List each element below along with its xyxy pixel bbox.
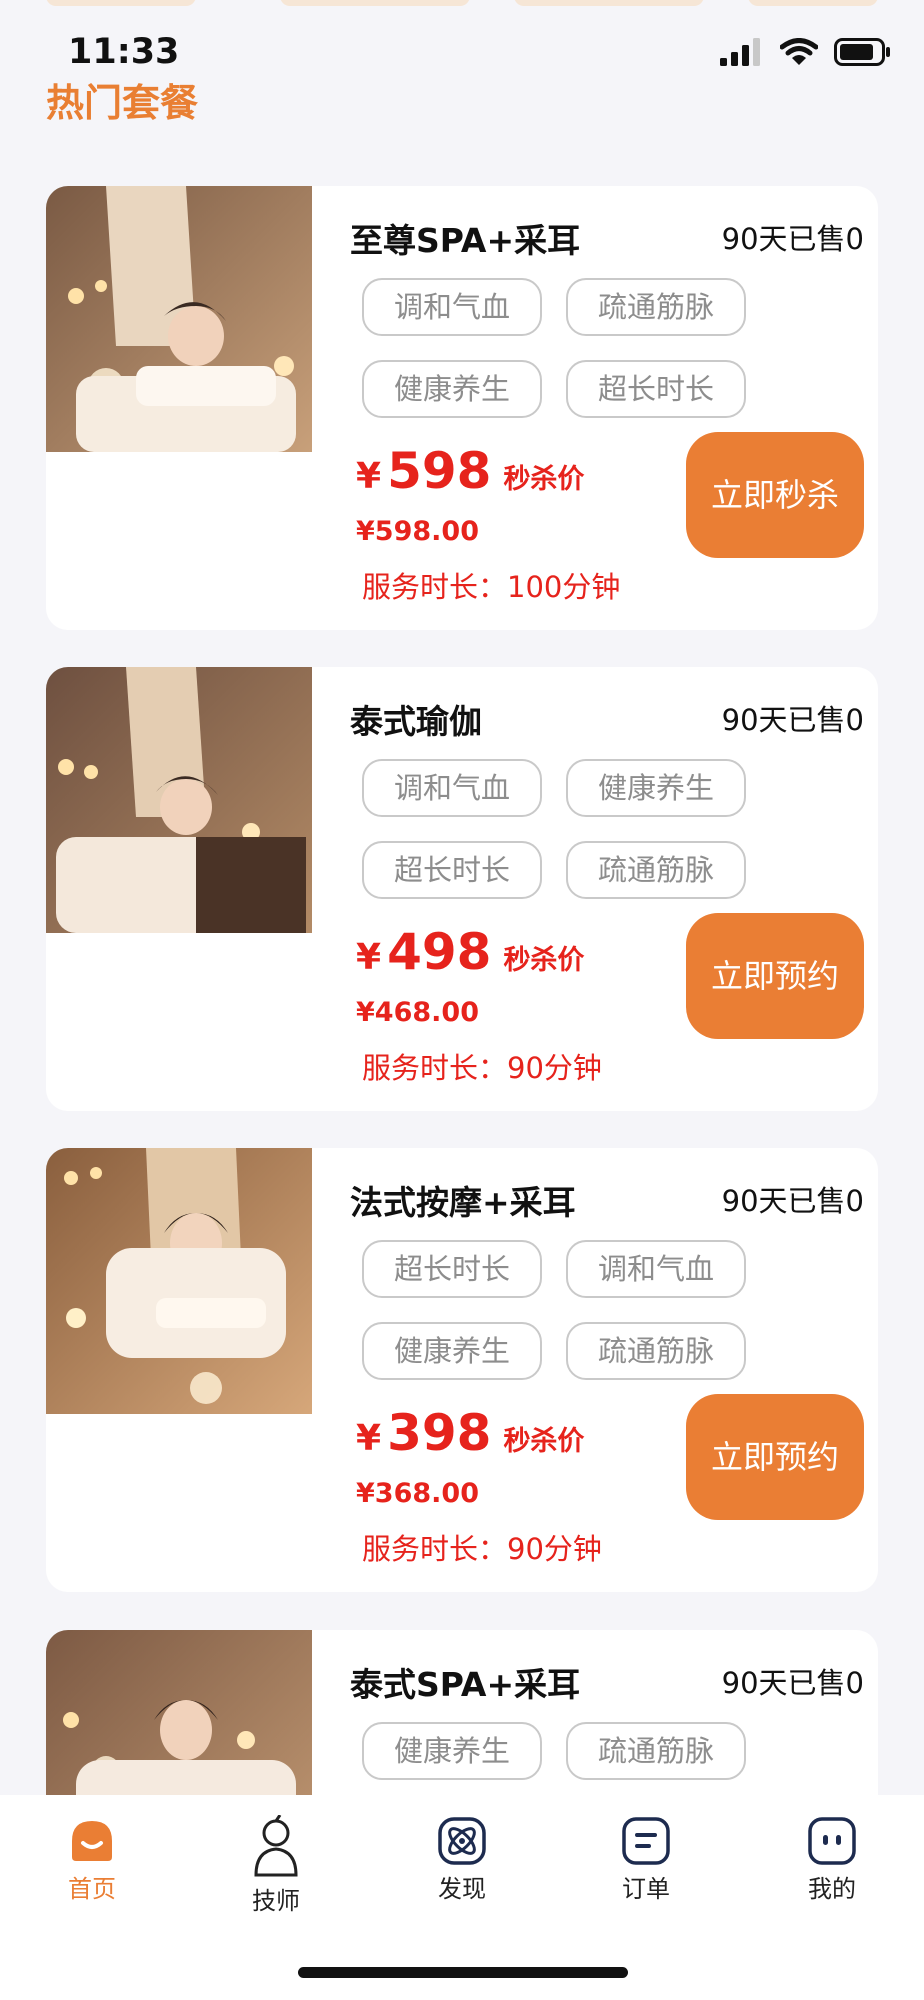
- app-screen: 11:33 热门套餐 至尊SPA+采耳 90天已售0 调和气血 疏通筋脉 健康养…: [0, 0, 924, 2000]
- currency-symbol: ¥: [356, 937, 382, 978]
- peek-pill: [46, 0, 196, 6]
- original-price: ¥598.00: [356, 516, 479, 547]
- status-icons: [720, 38, 892, 66]
- sold-count: 90天已售0: [721, 222, 864, 256]
- nav-label: 订单: [622, 1875, 670, 1903]
- battery-icon: [834, 38, 890, 66]
- wifi-icon: [780, 38, 818, 65]
- nav-item-home[interactable]: 首页: [22, 1815, 162, 1904]
- peek-pill: [748, 0, 878, 6]
- discover-icon: [438, 1817, 486, 1865]
- price-label: 秒杀价: [503, 1426, 585, 1457]
- tag: 疏通筋脉: [566, 278, 746, 336]
- package-title: 至尊SPA+采耳: [350, 221, 581, 260]
- tag: 调和气血: [362, 278, 542, 336]
- home-indicator: [298, 1967, 628, 1978]
- book-now-button[interactable]: 立即预约: [686, 1394, 864, 1520]
- signal-icon: [720, 38, 760, 66]
- tag: 健康养生: [362, 1722, 542, 1780]
- price-label: 秒杀价: [503, 945, 585, 976]
- package-card[interactable]: 泰式瑜伽 90天已售0 调和气血 健康养生 超长时长 疏通筋脉 ¥ 498 秒杀…: [46, 667, 878, 1111]
- status-time: 11:33: [68, 32, 180, 72]
- package-title: 泰式SPA+采耳: [350, 1665, 581, 1704]
- sold-count: 90天已售0: [721, 1184, 864, 1218]
- price-value: 398: [387, 1404, 492, 1462]
- package-title: 泰式瑜伽: [350, 702, 482, 741]
- service-duration: 服务时长：90分钟: [362, 1532, 602, 1566]
- package-image: [46, 1148, 312, 1414]
- tag: 健康养生: [362, 360, 542, 418]
- section-title: 热门套餐: [46, 81, 199, 125]
- technician-icon: [254, 1815, 298, 1877]
- tag: 超长时长: [362, 841, 542, 899]
- tag: 疏通筋脉: [566, 841, 746, 899]
- profile-icon: [808, 1817, 856, 1865]
- tag-list: 调和气血 疏通筋脉 健康养生 超长时长: [362, 278, 752, 418]
- sold-count: 90天已售0: [721, 1666, 864, 1700]
- original-price: ¥468.00: [356, 997, 479, 1028]
- tag: 疏通筋脉: [566, 1722, 746, 1780]
- currency-symbol: ¥: [356, 1418, 382, 1459]
- tag: 调和气血: [566, 1240, 746, 1298]
- sale-price: ¥ 598 秒杀价: [356, 442, 584, 500]
- package-title: 法式按摩+采耳: [350, 1183, 576, 1222]
- orders-icon: [622, 1817, 670, 1865]
- package-card[interactable]: 至尊SPA+采耳 90天已售0 调和气血 疏通筋脉 健康养生 超长时长 ¥ 59…: [46, 186, 878, 630]
- tag: 健康养生: [566, 759, 746, 817]
- service-duration: 服务时长：100分钟: [362, 570, 621, 604]
- tag-list: 健康养生 疏通筋脉: [362, 1722, 752, 1780]
- tag: 疏通筋脉: [566, 1322, 746, 1380]
- package-image: [46, 186, 312, 452]
- service-duration: 服务时长：90分钟: [362, 1051, 602, 1085]
- peek-pill: [280, 0, 470, 6]
- nav-label: 发现: [438, 1875, 486, 1903]
- flash-sale-button[interactable]: 立即秒杀: [686, 432, 864, 558]
- tag: 调和气血: [362, 759, 542, 817]
- tag: 超长时长: [566, 360, 746, 418]
- currency-symbol: ¥: [356, 456, 382, 497]
- price-value: 498: [387, 923, 492, 981]
- home-icon: [72, 1821, 112, 1861]
- tag-list: 调和气血 健康养生 超长时长 疏通筋脉: [362, 759, 752, 899]
- package-image: [46, 667, 312, 933]
- tag-list: 超长时长 调和气血 健康养生 疏通筋脉: [362, 1240, 752, 1380]
- nav-item-orders[interactable]: 订单: [576, 1815, 716, 1904]
- nav-item-discover[interactable]: 发现: [392, 1815, 532, 1904]
- nav-label: 首页: [68, 1875, 116, 1903]
- book-now-button[interactable]: 立即预约: [686, 913, 864, 1039]
- peek-pill: [514, 0, 704, 6]
- nav-item-profile[interactable]: 我的: [762, 1815, 902, 1904]
- nav-label: 技师: [252, 1887, 300, 1915]
- original-price: ¥368.00: [356, 1478, 479, 1509]
- price-label: 秒杀价: [503, 464, 585, 495]
- sale-price: ¥ 498 秒杀价: [356, 923, 584, 981]
- tag: 超长时长: [362, 1240, 542, 1298]
- sold-count: 90天已售0: [721, 703, 864, 737]
- nav-label: 我的: [808, 1875, 856, 1903]
- sale-price: ¥ 398 秒杀价: [356, 1404, 584, 1462]
- tag: 健康养生: [362, 1322, 542, 1380]
- nav-item-technician[interactable]: 技师: [206, 1815, 346, 1916]
- package-card[interactable]: 法式按摩+采耳 90天已售0 超长时长 调和气血 健康养生 疏通筋脉 ¥ 398…: [46, 1148, 878, 1592]
- price-value: 598: [387, 442, 492, 500]
